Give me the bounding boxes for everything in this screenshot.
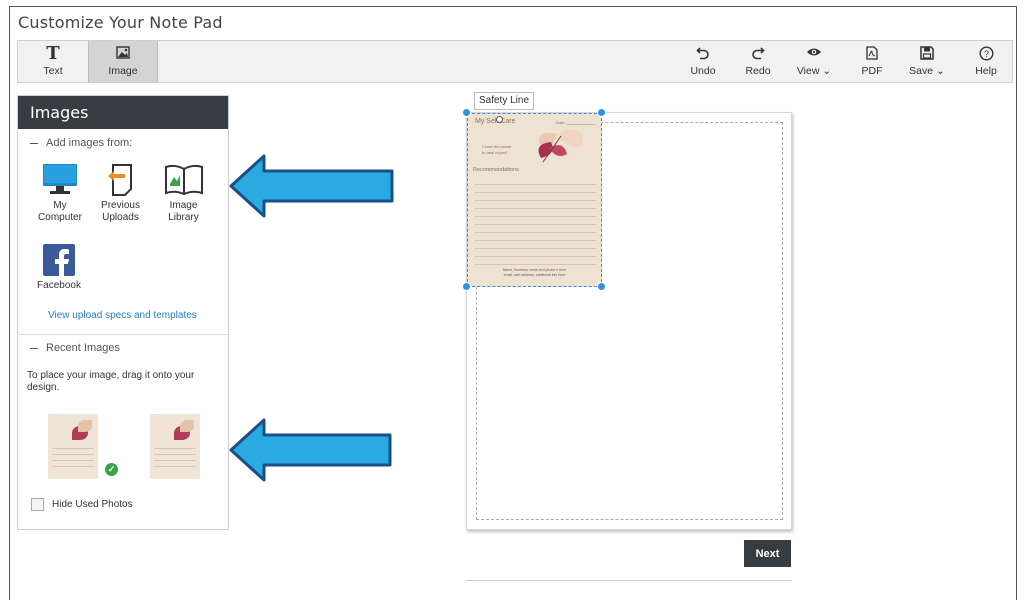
- text-icon: T: [46, 43, 60, 64]
- recent-images-label: Recent Images: [46, 342, 120, 354]
- ruled-line: [52, 454, 94, 455]
- help-label: Help: [975, 65, 997, 77]
- recent-images-hint: To place your image, drag it onto your d…: [27, 370, 227, 394]
- ruled-line: [52, 448, 94, 449]
- facebook-source[interactable]: Facebook: [31, 244, 87, 292]
- ruled-lines: [474, 177, 596, 265]
- view-menu-button[interactable]: View ⌄: [790, 41, 838, 82]
- hint-line-1: To place your image, drag it onto your: [27, 370, 195, 381]
- next-button[interactable]: Next: [744, 540, 791, 567]
- save-icon: [903, 41, 951, 63]
- ruled-line: [154, 460, 196, 461]
- images-panel-title: Images: [18, 96, 228, 129]
- pdf-label: PDF: [861, 65, 883, 77]
- section-divider: [18, 334, 228, 335]
- help-icon: ?: [966, 41, 1006, 63]
- add-images-section-toggle[interactable]: Add images from:: [30, 137, 132, 149]
- ruled-line: [154, 454, 196, 455]
- save-label: Save ⌄: [909, 65, 945, 77]
- rotate-handle[interactable]: [496, 116, 503, 123]
- hint-line-2: design.: [27, 382, 60, 393]
- annotation-arrow-sources: [229, 154, 394, 218]
- page-strip-divider: [466, 580, 792, 581]
- help-button[interactable]: ? Help: [966, 41, 1006, 82]
- facebook-label: Facebook: [37, 280, 81, 291]
- recent-image-thumbnail[interactable]: [150, 414, 200, 479]
- quote-line-2: to heal myself: [482, 150, 507, 155]
- recent-image-thumbnail[interactable]: [48, 414, 98, 479]
- collapse-icon: [30, 142, 38, 144]
- toolbar: T Text Image Undo Redo View ⌄ PDF Save ⌄…: [17, 40, 1013, 83]
- ruled-line: [52, 460, 94, 461]
- image-tool-label: Image: [108, 65, 138, 77]
- image-icon: [89, 41, 157, 63]
- my-computer-label-1: My: [53, 200, 67, 211]
- placed-image[interactable]: My Self Care Date: I have the power to h…: [467, 113, 602, 287]
- image-library-source[interactable]: Image Library: [156, 162, 211, 224]
- hide-used-photos-checkbox[interactable]: [31, 498, 44, 511]
- previous-uploads-label-1: Previous: [101, 200, 140, 211]
- redo-label: Redo: [745, 65, 771, 77]
- redo-icon: [738, 41, 778, 63]
- undo-icon: [683, 41, 723, 63]
- redo-button[interactable]: Redo: [738, 41, 778, 82]
- save-menu-button[interactable]: Save ⌄: [903, 41, 951, 82]
- text-tool-label: Text: [43, 65, 63, 77]
- butterfly-graphic: [538, 129, 584, 163]
- svg-text:?: ?: [983, 49, 988, 59]
- upload-specs-link[interactable]: View upload specs and templates: [48, 310, 197, 321]
- page-title: Customize Your Note Pad: [18, 13, 223, 32]
- ruled-line: [154, 448, 196, 449]
- facebook-icon: [31, 244, 87, 280]
- hide-used-photos-label: Hide Used Photos: [52, 499, 133, 510]
- view-label: View ⌄: [796, 65, 832, 77]
- image-tool-button[interactable]: Image: [88, 41, 158, 82]
- used-checkmark-icon: ✓: [105, 463, 118, 476]
- butterfly-wing-graphic: [180, 420, 194, 432]
- resize-handle-top-right[interactable]: [597, 108, 606, 117]
- recent-images-section-toggle[interactable]: Recent Images: [30, 342, 120, 354]
- eye-icon: [790, 41, 838, 63]
- resize-handle-top-left[interactable]: [462, 108, 471, 117]
- undo-button[interactable]: Undo: [683, 41, 723, 82]
- pdf-button[interactable]: PDF: [852, 41, 892, 82]
- ruled-line: [52, 466, 94, 467]
- images-panel: Images Add images from: My Computer Prev…: [17, 95, 229, 530]
- book-icon: [156, 162, 211, 200]
- placed-image-quote: I have the power to heal myself: [482, 144, 512, 156]
- butterfly-wing-graphic: [78, 420, 92, 432]
- computer-icon: [33, 162, 87, 200]
- add-images-label: Add images from:: [46, 137, 133, 149]
- resize-handle-bottom-left[interactable]: [462, 282, 471, 291]
- placed-image-section: Recommendations: [473, 167, 519, 173]
- image-library-label-1: Image: [169, 200, 198, 211]
- my-computer-label-2: Computer: [38, 212, 82, 223]
- resize-handle-bottom-right[interactable]: [597, 282, 606, 291]
- collapse-icon: [30, 347, 38, 349]
- undo-label: Undo: [690, 65, 716, 77]
- text-tool-button[interactable]: T Text: [18, 41, 88, 82]
- footer-line-2: email, web address, additional info here: [503, 273, 566, 277]
- my-computer-source[interactable]: My Computer: [33, 162, 87, 224]
- annotation-arrow-recent: [229, 418, 392, 482]
- pdf-icon: [852, 41, 892, 63]
- previous-uploads-source[interactable]: Previous Uploads: [93, 162, 148, 224]
- previous-uploads-label-2: Uploads: [102, 212, 139, 223]
- safety-line-label: Safety Line: [474, 92, 534, 110]
- previous-uploads-icon: [93, 162, 148, 200]
- placed-image-footer: Name, business name and phone # here ema…: [468, 268, 601, 278]
- image-library-label-2: Library: [168, 212, 199, 223]
- ruled-line: [154, 466, 196, 467]
